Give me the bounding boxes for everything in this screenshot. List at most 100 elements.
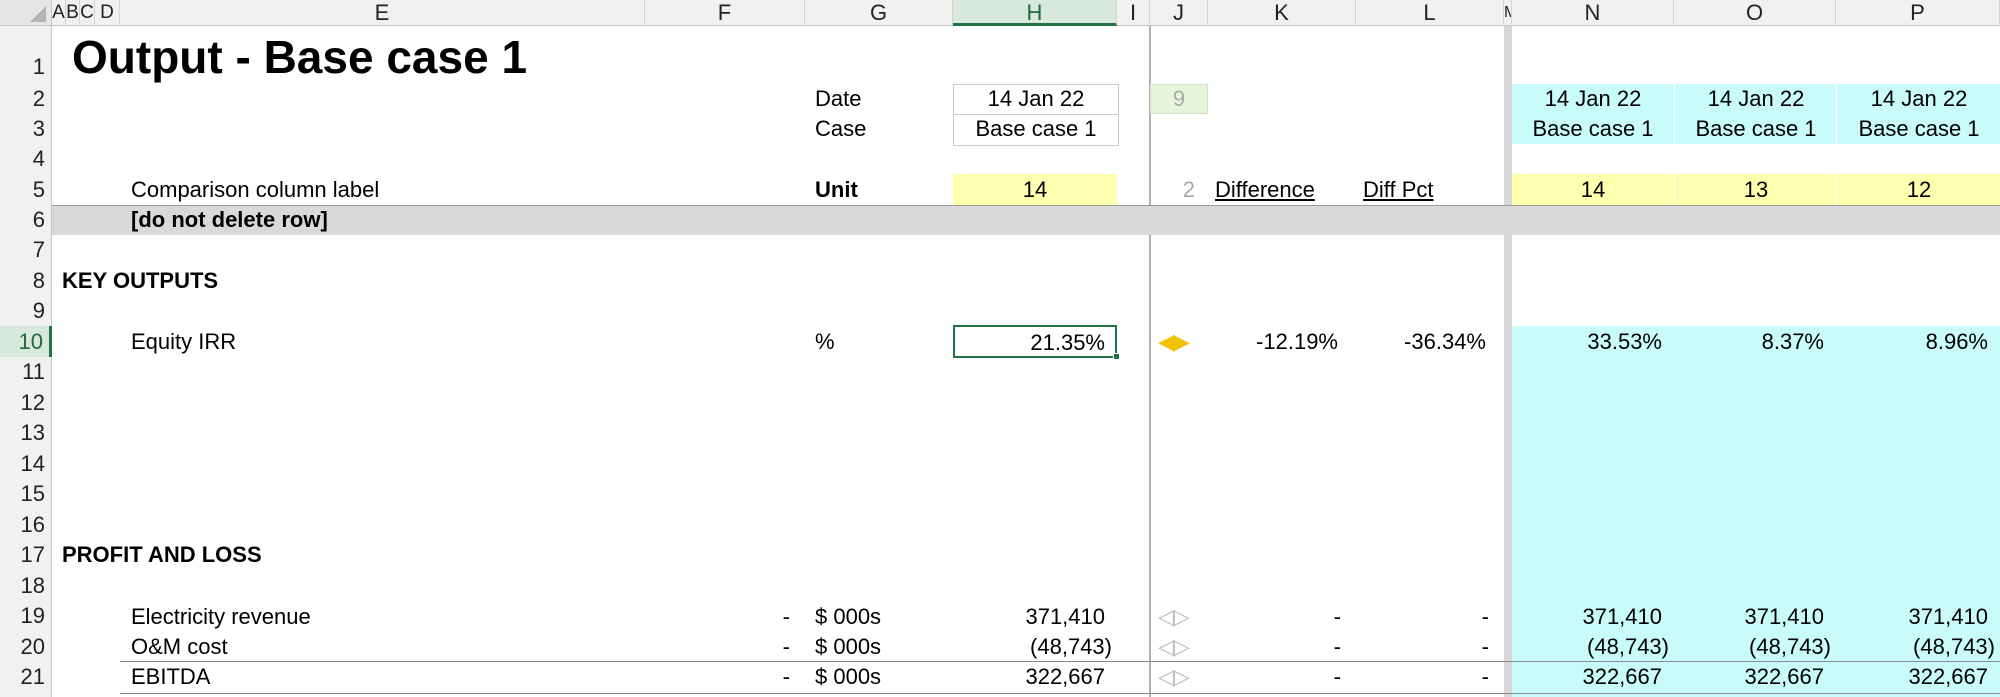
- ebitda-h: 322,667: [1025, 664, 1105, 689]
- section-key-outputs: KEY OUTPUTS: [62, 268, 219, 293]
- select-all-corner[interactable]: [0, 0, 52, 26]
- compare-n-date: 14 Jan 22: [1544, 86, 1642, 111]
- col-header-e[interactable]: E: [120, 0, 645, 26]
- page-title: Output - Base case 1: [72, 31, 528, 83]
- om-cost-difference: -: [1333, 634, 1341, 659]
- compare-n-label[interactable]: 14: [1512, 174, 1674, 205]
- col-header-n[interactable]: N: [1512, 0, 1674, 26]
- row-header-5[interactable]: 5: [0, 174, 52, 205]
- spreadsheet: A B C D E F G H I J K L M N O P 1 2 3 4 …: [0, 0, 2000, 697]
- row-header-19[interactable]: 19: [0, 601, 52, 631]
- electricity-revenue-diff-pct: -: [1481, 604, 1489, 629]
- row-header-8[interactable]: 8: [0, 265, 52, 296]
- om-cost-compare-arrow-icon: ◁▷: [1158, 634, 1190, 659]
- col-header-k[interactable]: K: [1208, 0, 1356, 26]
- compare-p-label[interactable]: 12: [1836, 174, 2000, 205]
- ebitda-n: 322,667: [1582, 664, 1662, 689]
- col-header-a[interactable]: A: [52, 0, 66, 26]
- diff-pct-header: Diff Pct: [1363, 177, 1434, 202]
- row-header-2[interactable]: 2: [0, 84, 52, 114]
- freeze-pane-divider: [1149, 26, 1151, 697]
- h5-cell[interactable]: 14: [953, 174, 1117, 205]
- compare-o-label[interactable]: 13: [1674, 174, 1837, 205]
- om-cost-n: (48,743): [1587, 634, 1669, 659]
- ebitda-top-border: [120, 661, 2000, 662]
- col-header-c[interactable]: C: [80, 0, 95, 26]
- row-header-12[interactable]: 12: [0, 387, 52, 418]
- equity-irr-p: 8.96%: [1925, 329, 1988, 354]
- row6-band: [52, 205, 2000, 235]
- equity-irr-difference: -12.19%: [1256, 329, 1338, 354]
- electricity-revenue-label: Electricity revenue: [131, 604, 311, 629]
- ebitda-diff-pct: -: [1481, 664, 1489, 689]
- om-cost-label: O&M cost: [131, 634, 228, 659]
- col-header-i[interactable]: I: [1117, 0, 1150, 26]
- equity-irr-label: Equity IRR: [131, 329, 237, 354]
- ebitda-unit: $ 000s: [815, 664, 882, 689]
- om-cost-h: (48,743): [1030, 634, 1112, 659]
- om-cost-o: (48,743): [1749, 634, 1831, 659]
- col-header-p[interactable]: P: [1836, 0, 2000, 26]
- equity-irr-value-cell[interactable]: 21.35%: [953, 325, 1117, 358]
- row-header-20[interactable]: 20: [0, 631, 52, 662]
- date-cell[interactable]: 14 Jan 22: [953, 84, 1119, 116]
- om-cost-p: (48,743): [1913, 634, 1995, 659]
- row-header-18[interactable]: 18: [0, 570, 52, 601]
- case-label: Case: [815, 116, 867, 141]
- do-not-delete-row: [do not delete row]: [131, 207, 328, 232]
- electricity-revenue-n: 371,410: [1582, 604, 1662, 629]
- compare-o-case: Base case 1: [1674, 114, 1837, 144]
- col-header-h[interactable]: H: [953, 0, 1117, 26]
- equity-irr-o: 8.37%: [1761, 329, 1824, 354]
- equity-irr-unit: %: [815, 329, 835, 354]
- split-pane-divider: [1504, 26, 1512, 697]
- row-header-17[interactable]: 17: [0, 540, 52, 570]
- row-header-16[interactable]: 16: [0, 509, 52, 540]
- electricity-revenue-h: 371,410: [1025, 604, 1105, 629]
- row-header-14[interactable]: 14: [0, 448, 52, 479]
- col-header-d[interactable]: D: [95, 0, 120, 26]
- col-header-j[interactable]: J: [1150, 0, 1208, 26]
- ebitda-label: EBITDA: [131, 664, 211, 689]
- col-header-b[interactable]: B: [66, 0, 80, 26]
- row-header-11[interactable]: 11: [0, 357, 52, 387]
- ebitda-p: 322,667: [1908, 664, 1988, 689]
- row-header-21[interactable]: 21: [0, 662, 52, 697]
- ebitda-bottom-border: [120, 693, 2000, 694]
- case-cell[interactable]: Base case 1: [953, 114, 1119, 146]
- row-header-13[interactable]: 13: [0, 418, 52, 448]
- compare-o-date: 14 Jan 22: [1674, 84, 1837, 114]
- col-header-g[interactable]: G: [805, 0, 953, 26]
- equity-irr-compare-arrow-icon: ◀▶: [1158, 329, 1190, 354]
- row-header-6[interactable]: 6: [0, 205, 52, 235]
- electricity-revenue-f: -: [782, 604, 790, 629]
- j2-cell[interactable]: 9: [1150, 84, 1208, 114]
- selection-fill-handle[interactable]: [1113, 353, 1120, 360]
- row-header-15[interactable]: 15: [0, 479, 52, 509]
- difference-header: Difference: [1215, 177, 1315, 202]
- col-header-o[interactable]: O: [1674, 0, 1836, 26]
- row-header-3[interactable]: 3: [0, 114, 52, 144]
- row-header-9[interactable]: 9: [0, 296, 52, 326]
- row-header-1[interactable]: 1: [0, 26, 52, 84]
- ebitda-f: -: [782, 664, 790, 689]
- col-header-l[interactable]: L: [1356, 0, 1504, 26]
- electricity-revenue-o: 371,410: [1744, 604, 1824, 629]
- date-label: Date: [815, 86, 862, 111]
- col-header-f[interactable]: F: [645, 0, 805, 26]
- ebitda-difference: -: [1333, 664, 1341, 689]
- j5-cell: 2: [1182, 177, 1195, 202]
- electricity-revenue-p: 371,410: [1908, 604, 1988, 629]
- om-cost-diff-pct: -: [1481, 634, 1489, 659]
- electricity-revenue-compare-arrow-icon: ◁▷: [1158, 604, 1190, 629]
- electricity-revenue-unit: $ 000s: [815, 604, 882, 629]
- section-profit-and-loss: PROFIT AND LOSS: [62, 542, 262, 567]
- equity-irr-diff-pct: -36.34%: [1404, 329, 1486, 354]
- row-header-7[interactable]: 7: [0, 235, 52, 265]
- compare-p-case: Base case 1: [1836, 114, 2000, 144]
- unit-label: Unit: [815, 177, 858, 202]
- col-header-m[interactable]: M: [1504, 0, 1512, 26]
- electricity-revenue-difference: -: [1333, 604, 1341, 629]
- row-header-4[interactable]: 4: [0, 144, 52, 174]
- row-header-10[interactable]: 10: [0, 326, 52, 357]
